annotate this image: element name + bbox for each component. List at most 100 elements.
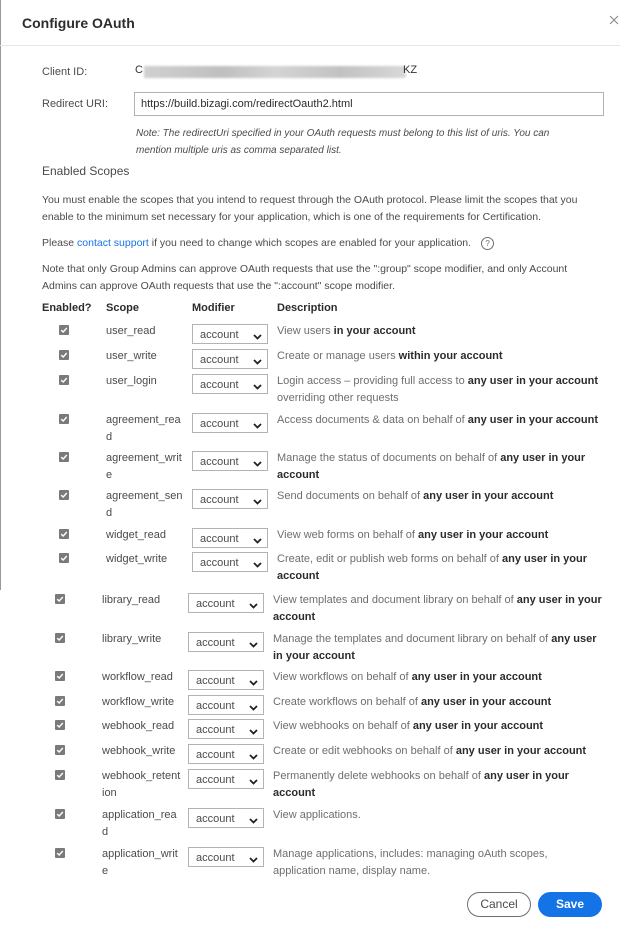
- scope-enabled-checkbox[interactable]: [55, 720, 65, 730]
- scope-row: user_read account View users in your acc…: [0, 323, 630, 344]
- modifier-select[interactable]: account: [192, 413, 268, 433]
- modifier-value: account: [200, 494, 239, 506]
- modifier-select[interactable]: account: [192, 374, 268, 394]
- chevron-down-icon: [253, 381, 262, 393]
- desc-plain: Send documents on behalf of: [277, 490, 424, 502]
- scope-enabled-checkbox[interactable]: [59, 529, 69, 539]
- scope-enabled-checkbox[interactable]: [55, 594, 65, 604]
- desc-plain: Create, edit or publish web forms on beh…: [277, 553, 503, 565]
- scope-row: webhook_read account View webhooks on be…: [0, 718, 630, 739]
- desc-bold: any user in your account: [411, 671, 542, 683]
- modifier-select[interactable]: account: [188, 808, 264, 828]
- client-id-value: C KZ: [135, 64, 417, 80]
- help-circle-icon[interactable]: ?: [481, 236, 495, 250]
- scope-row: widget_write account Create, edit or pub…: [0, 551, 630, 582]
- scope-enabled-checkbox[interactable]: [55, 633, 65, 643]
- scope-enabled-checkbox[interactable]: [59, 414, 69, 424]
- chevron-down-icon: [253, 356, 262, 368]
- modifier-select[interactable]: account: [192, 324, 268, 344]
- redirect-uri-input[interactable]: [134, 92, 604, 116]
- scope-description: Login access – providing full access to …: [277, 373, 607, 407]
- chevron-down-icon: [249, 751, 258, 763]
- chevron-down-icon: [249, 702, 258, 714]
- chevron-down-icon: [249, 776, 258, 788]
- modifier-value: account: [196, 724, 235, 736]
- scope-row: library_write account Manage the templat…: [0, 631, 630, 662]
- scope-enabled-checkbox[interactable]: [59, 452, 69, 462]
- scope-row: workflow_read account View workflows on …: [0, 669, 630, 690]
- desc-plain: Create workflows on behalf of: [273, 696, 421, 708]
- scope-enabled-checkbox[interactable]: [55, 848, 65, 858]
- column-header-enabled: Enabled?: [42, 302, 92, 314]
- scope-name: webhook_retention: [102, 770, 181, 799]
- chevron-down-icon: [253, 535, 262, 547]
- scope-name: user_login: [106, 375, 157, 387]
- chevron-down-icon: [249, 600, 258, 612]
- scope-description: Create workflows on behalf of any user i…: [273, 694, 603, 711]
- scope-name: workflow_write: [102, 696, 175, 708]
- scope-row: agreement_read account Access documents …: [0, 412, 630, 443]
- save-button[interactable]: Save: [538, 892, 602, 917]
- scope-name: application_read: [102, 809, 177, 838]
- client-id-label: Client ID:: [42, 66, 88, 78]
- modifier-select[interactable]: account: [192, 451, 268, 471]
- column-header-description: Description: [277, 302, 338, 314]
- support-paragraph: Please contact support if you need to ch…: [42, 235, 592, 252]
- desc-plain: View workflows on behalf of: [273, 671, 412, 683]
- desc-bold: any user in your account: [467, 414, 598, 426]
- scope-enabled-checkbox[interactable]: [55, 745, 65, 755]
- redirect-uri-note: Note: The redirectUri specified in your …: [136, 128, 550, 156]
- modifier-select[interactable]: account: [188, 719, 264, 739]
- scope-description: View templates and document library on b…: [273, 592, 603, 626]
- desc-plain: View templates and document library on b…: [273, 594, 517, 606]
- desc-bold: any user in your account: [420, 696, 552, 708]
- scope-enabled-checkbox[interactable]: [59, 490, 69, 500]
- modifier-select[interactable]: account: [188, 695, 264, 715]
- modifier-select[interactable]: account: [192, 489, 268, 509]
- modifier-select[interactable]: account: [192, 552, 268, 572]
- client-id-redacted: [144, 66, 406, 78]
- desc-plain: Access documents & data on behalf of: [277, 414, 468, 426]
- close-icon[interactable]: [609, 15, 623, 29]
- modifier-select[interactable]: account: [192, 349, 268, 369]
- modifier-select[interactable]: account: [192, 528, 268, 548]
- scope-row: library_read account View templates and …: [0, 592, 630, 623]
- modifier-select[interactable]: account: [188, 593, 264, 613]
- scope-row: user_login account Login access – provid…: [0, 373, 630, 404]
- chevron-down-icon: [253, 559, 262, 571]
- scope-enabled-checkbox[interactable]: [59, 350, 69, 360]
- scope-enabled-checkbox[interactable]: [55, 770, 65, 780]
- scope-enabled-checkbox[interactable]: [59, 325, 69, 335]
- scope-name: workflow_read: [102, 671, 173, 683]
- scope-enabled-checkbox[interactable]: [55, 809, 65, 819]
- scope-row: agreement_write account Manage the statu…: [0, 450, 630, 481]
- modifier-select[interactable]: account: [188, 847, 264, 867]
- scope-enabled-checkbox[interactable]: [59, 375, 69, 385]
- modifier-value: account: [196, 637, 235, 649]
- client-id-prefix: C: [135, 64, 143, 76]
- modifier-select[interactable]: account: [188, 769, 264, 789]
- scope-enabled-checkbox[interactable]: [55, 671, 65, 681]
- scope-description: Create or manage users within your accou…: [277, 348, 607, 365]
- scope-enabled-checkbox[interactable]: [55, 696, 65, 706]
- modifier-select[interactable]: account: [188, 632, 264, 652]
- scope-name: library_read: [102, 594, 161, 606]
- desc-bold: any user in your account: [423, 490, 554, 502]
- admin-note: Note that only Group Admins can approve …: [42, 263, 568, 292]
- scope-row: widget_read account View web forms on be…: [0, 527, 630, 548]
- scope-enabled-checkbox[interactable]: [59, 553, 69, 563]
- scope-description: Access documents & data on behalf of any…: [277, 412, 607, 429]
- scope-row: workflow_write account Create workflows …: [0, 694, 630, 715]
- modifier-value: account: [200, 329, 239, 341]
- modifier-select[interactable]: account: [188, 744, 264, 764]
- scope-name: user_write: [106, 350, 157, 362]
- scope-name: application_write: [102, 848, 178, 877]
- cancel-button[interactable]: Cancel: [467, 892, 531, 917]
- column-header-scope: Scope: [106, 302, 140, 314]
- modifier-select[interactable]: account: [188, 670, 264, 690]
- scope-description: View applications.: [273, 807, 603, 824]
- scope-name: user_read: [106, 325, 156, 337]
- contact-support-link[interactable]: contact support: [77, 237, 149, 249]
- scope-row: application_write account Manage applica…: [0, 846, 630, 877]
- desc-plain: View web forms on behalf of: [277, 529, 419, 541]
